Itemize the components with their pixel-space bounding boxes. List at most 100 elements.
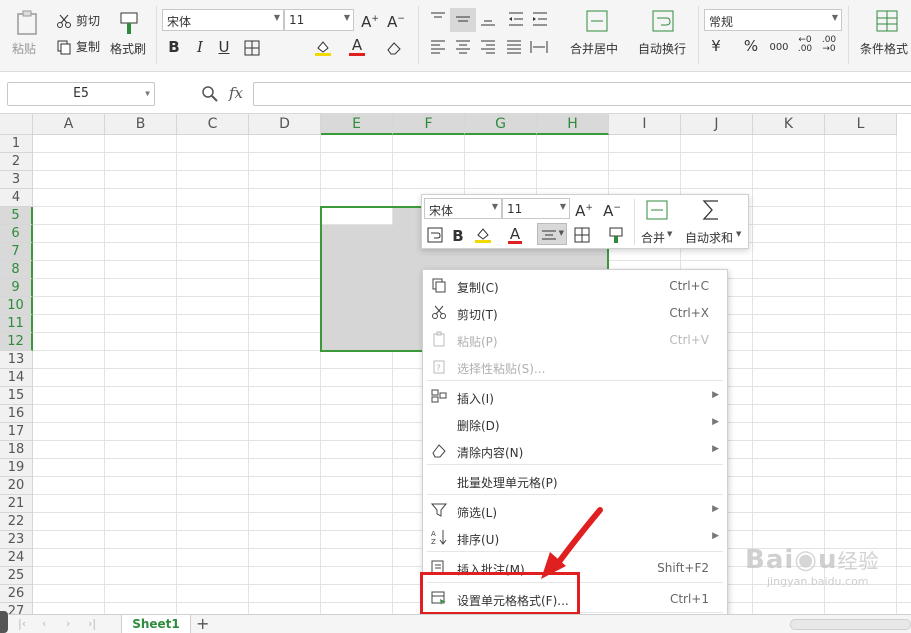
row-header[interactable]: 26 — [0, 585, 33, 603]
row-header[interactable]: 22 — [0, 513, 33, 531]
mini-wrap-icon[interactable] — [427, 227, 443, 243]
mini-fill-color-icon[interactable] — [474, 226, 492, 244]
mini-decrease-font-icon[interactable]: A− — [602, 199, 622, 220]
distribute-icon[interactable] — [530, 40, 548, 54]
row-header[interactable]: 2 — [0, 153, 33, 171]
function-icon[interactable]: fx — [229, 84, 243, 102]
decrease-font-icon[interactable]: A− — [386, 10, 406, 31]
mini-merge-icon[interactable] — [646, 200, 668, 220]
align-middle-icon[interactable] — [455, 12, 471, 26]
mini-increase-font-icon[interactable]: A+ — [574, 199, 594, 220]
menu-item-entry-5[interactable]: 删除(D) ▶ — [423, 411, 727, 438]
side-handle[interactable] — [0, 611, 8, 633]
row-header[interactable]: 13 — [0, 351, 33, 369]
row-header[interactable]: 8 — [0, 261, 33, 279]
row-header[interactable]: 18 — [0, 441, 33, 459]
mini-format-painter-icon[interactable] — [608, 226, 624, 244]
row-header[interactable]: 5 — [0, 207, 33, 225]
mini-border-icon[interactable] — [574, 227, 590, 243]
row-header[interactable]: 19 — [0, 459, 33, 477]
menu-item-filter[interactable]: 筛选(L) ▶ — [423, 498, 727, 525]
increase-font-icon[interactable]: A+ — [360, 10, 380, 31]
add-sheet-icon[interactable]: + — [196, 614, 209, 633]
cut-button[interactable]: 剪切 — [56, 12, 100, 29]
select-all-corner[interactable] — [0, 114, 33, 135]
row-header[interactable]: 24 — [0, 549, 33, 567]
column-header[interactable]: I — [609, 114, 681, 135]
menu-item-entry-7[interactable]: 批量处理单元格(P) — [423, 468, 727, 495]
mini-merge-label[interactable]: 合并 — [641, 229, 665, 246]
row-header[interactable]: 21 — [0, 495, 33, 513]
mini-autosum-label[interactable]: 自动求和 — [685, 229, 733, 246]
row-header[interactable]: 15 — [0, 387, 33, 405]
column-header[interactable]: G — [465, 114, 537, 135]
mini-align-center-button[interactable]: ▼ — [537, 223, 567, 245]
merge-center-button[interactable]: 合并居中 — [566, 8, 628, 66]
number-format-select[interactable]: 常规 ▼ — [704, 9, 842, 31]
menu-item-paste-special[interactable]: ? 选择性粘贴(S)... — [423, 354, 727, 381]
copy-button[interactable]: 复制 — [56, 38, 100, 55]
row-header[interactable]: 1 — [0, 135, 33, 153]
align-bottom-icon[interactable] — [480, 12, 496, 26]
sheet-tab-sheet1[interactable]: Sheet1 — [121, 615, 191, 633]
row-header[interactable]: 6 — [0, 225, 33, 243]
name-box[interactable]: E5 ▼ — [7, 82, 155, 106]
row-header[interactable]: 11 — [0, 315, 33, 333]
align-right-icon[interactable] — [480, 40, 496, 54]
mini-font-size-select[interactable]: 11 ▼ — [502, 198, 570, 219]
mini-bold-icon[interactable]: B — [451, 227, 465, 245]
last-sheet-icon[interactable]: ›| — [88, 617, 96, 630]
menu-item-copy[interactable]: 复制(C) Ctrl+C — [423, 273, 727, 300]
row-header[interactable]: 20 — [0, 477, 33, 495]
row-header[interactable]: 23 — [0, 531, 33, 549]
percent-icon[interactable]: % — [742, 37, 760, 55]
column-header[interactable]: C — [177, 114, 249, 135]
column-header[interactable]: B — [105, 114, 177, 135]
column-header[interactable]: E — [321, 114, 393, 135]
formula-input[interactable] — [253, 82, 911, 106]
menu-item-eraser[interactable]: 清除内容(N) ▶ — [423, 438, 727, 465]
menu-item-clipboard[interactable]: 粘贴(P) Ctrl+V — [423, 327, 727, 354]
row-header[interactable]: 3 — [0, 171, 33, 189]
column-header[interactable]: H — [537, 114, 609, 135]
menu-item-sort[interactable]: A Z 排序(U) ▶ — [423, 525, 727, 552]
menu-item-scissors[interactable]: 剪切(T) Ctrl+X — [423, 300, 727, 327]
first-sheet-icon[interactable]: |‹ — [18, 617, 26, 630]
row-header[interactable]: 4 — [0, 189, 33, 207]
row-header[interactable]: 9 — [0, 279, 33, 297]
underline-icon[interactable]: U — [216, 38, 232, 56]
justify-icon[interactable] — [506, 40, 522, 54]
column-header[interactable]: K — [753, 114, 825, 135]
font-color-icon[interactable]: A — [349, 36, 365, 54]
paste-button[interactable]: 粘贴 — [10, 8, 44, 66]
align-top-icon[interactable] — [430, 12, 446, 26]
fill-color-icon[interactable] — [314, 38, 332, 56]
row-header[interactable]: 14 — [0, 369, 33, 387]
horizontal-scrollbar[interactable] — [790, 619, 911, 630]
conditional-format-button[interactable]: 条件格式 — [856, 8, 911, 66]
prev-sheet-icon[interactable]: ‹ — [42, 617, 46, 630]
clear-format-icon[interactable] — [386, 40, 402, 56]
row-header[interactable]: 10 — [0, 297, 33, 315]
menu-item-insert[interactable]: 插入(I) ▶ — [423, 384, 727, 411]
increase-decimal-icon[interactable]: ←0.00 — [796, 36, 814, 54]
align-left-icon[interactable] — [430, 40, 446, 54]
decrease-decimal-icon[interactable]: .00 →0 — [820, 36, 838, 54]
align-center-icon[interactable] — [455, 40, 471, 54]
column-header[interactable]: L — [825, 114, 897, 135]
decrease-indent-icon[interactable] — [508, 12, 524, 26]
column-header[interactable]: J — [681, 114, 753, 135]
format-painter-button[interactable]: 格式刷 — [108, 8, 148, 66]
border-icon[interactable] — [244, 40, 260, 56]
mini-sum-icon[interactable] — [702, 199, 720, 221]
mini-font-name-select[interactable]: 宋体 ▼ — [424, 198, 502, 219]
row-header[interactable]: 12 — [0, 333, 33, 351]
row-header[interactable]: 25 — [0, 567, 33, 585]
column-header[interactable]: D — [249, 114, 321, 135]
row-header[interactable]: 16 — [0, 405, 33, 423]
column-header[interactable]: A — [33, 114, 105, 135]
italic-icon[interactable]: I — [192, 38, 208, 56]
next-sheet-icon[interactable]: › — [66, 617, 70, 630]
column-header[interactable]: F — [393, 114, 465, 135]
thousands-icon[interactable]: 000 — [766, 39, 792, 57]
